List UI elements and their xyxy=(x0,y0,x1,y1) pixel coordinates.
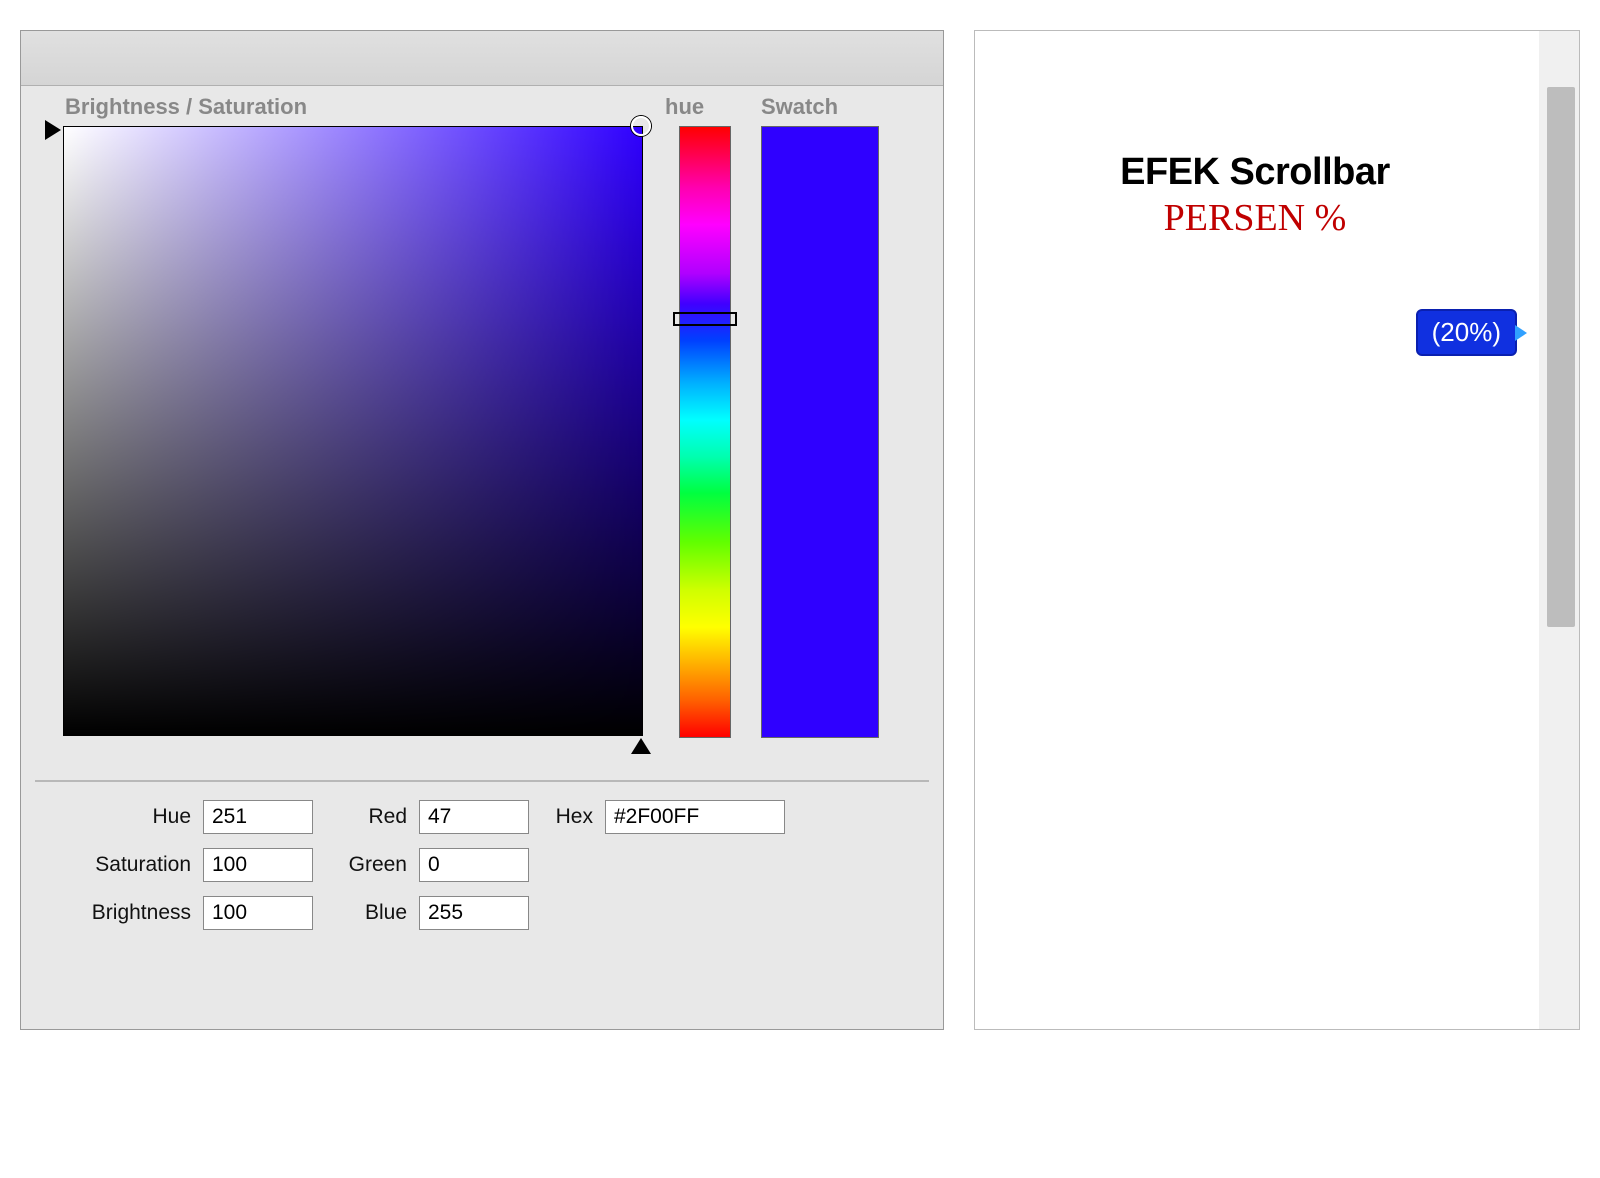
swatch-block xyxy=(761,126,879,738)
hue-strip[interactable] xyxy=(679,126,731,738)
picker-body: Brightness / Saturation hue Swatch xyxy=(21,86,943,962)
hue-area[interactable] xyxy=(679,122,735,772)
blue-input[interactable] xyxy=(419,896,529,930)
picker-labels-row: Brightness / Saturation hue Swatch xyxy=(35,86,929,120)
hue-input[interactable] xyxy=(203,800,313,834)
saturation-field-label: Saturation xyxy=(45,853,195,877)
hue-handle[interactable] xyxy=(673,312,737,326)
efek-scrollbar-title: EFEK Scrollbar xyxy=(993,151,1517,194)
hue-field-label: Hue xyxy=(45,805,195,829)
saturation-input[interactable] xyxy=(203,848,313,882)
brightness-field-label: Brightness xyxy=(45,901,195,925)
brightness-saturation-square[interactable] xyxy=(63,126,643,736)
scroll-content: EFEK Scrollbar PERSEN % xyxy=(975,31,1535,240)
hex-field-label: Hex xyxy=(537,805,597,829)
bs-crosshair-icon[interactable] xyxy=(631,116,651,136)
hue-label: hue xyxy=(665,94,751,120)
color-picker-panel: Brightness / Saturation hue Swatch xyxy=(20,30,944,1030)
red-input[interactable] xyxy=(419,800,529,834)
persen-title: PERSEN % xyxy=(993,196,1517,240)
brightness-saturation-label: Brightness / Saturation xyxy=(65,94,665,120)
green-field-label: Green xyxy=(321,853,411,877)
saturation-marker-icon[interactable] xyxy=(631,738,651,754)
scrollbar-track[interactable] xyxy=(1539,31,1579,1029)
swatch-label: Swatch xyxy=(761,94,838,120)
percent-badge: (20%) xyxy=(1416,309,1517,356)
hex-input[interactable] xyxy=(605,800,785,834)
brightness-marker-icon[interactable] xyxy=(45,120,61,140)
inputs-panel: Hue Red Hex Saturation Green Brightness … xyxy=(35,780,929,948)
green-input[interactable] xyxy=(419,848,529,882)
brightness-saturation-area[interactable] xyxy=(35,122,643,772)
swatch-area xyxy=(761,122,879,772)
blue-field-label: Blue xyxy=(321,901,411,925)
scrollbar-demo-panel: EFEK Scrollbar PERSEN % (20%) xyxy=(974,30,1580,1030)
brightness-input[interactable] xyxy=(203,896,313,930)
picker-titlebar[interactable] xyxy=(21,31,943,86)
red-field-label: Red xyxy=(321,805,411,829)
scrollbar-thumb[interactable] xyxy=(1547,87,1575,627)
